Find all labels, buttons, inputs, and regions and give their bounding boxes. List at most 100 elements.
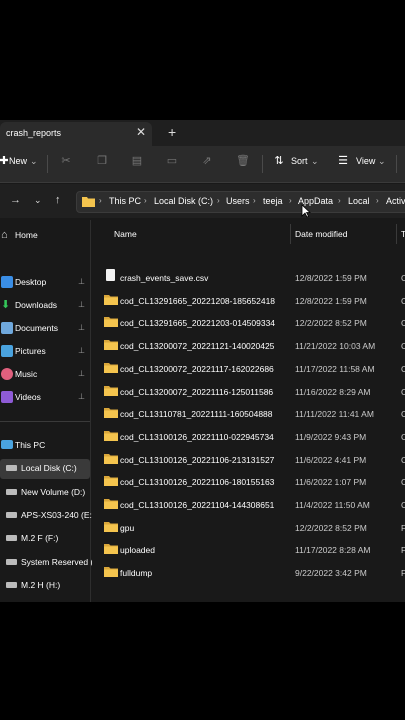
breadcrumb-activ[interactable]: Activ	[386, 196, 405, 206]
sidebar-item-local-disk-c[interactable]: Local Disk (C:)	[0, 459, 90, 479]
chevron-right-icon: ›	[289, 196, 292, 205]
videos-icon	[1, 391, 13, 403]
file-date-modified: 11/9/2022 9:43 PM	[295, 431, 367, 442]
column-header-date-modified[interactable]: Date modified	[295, 229, 347, 239]
file-row[interactable]: cod_CL13200072_20221121-140020425 11/21/2…	[92, 334, 405, 356]
pin-icon: ⊥	[78, 392, 85, 401]
file-type: C	[401, 386, 405, 397]
file-row[interactable]: cod_CL13100126_20221106-213131527 11/6/20…	[92, 448, 405, 470]
sidebar-item-m2-h[interactable]: M.2 H (H:)	[0, 576, 90, 596]
file-row[interactable]: cod_CL13110781_20221111-160504888 11/11/2…	[92, 402, 405, 424]
view-button[interactable]: View	[356, 156, 375, 166]
file-row[interactable]: cod_CL13291665_20221203-014509334 12/2/20…	[92, 311, 405, 333]
sidebar-item-pictures[interactable]: Pictures ⊥	[0, 342, 90, 362]
address-bar[interactable]: › This PC › Local Disk (C:) › Users › te…	[76, 191, 405, 213]
file-date-modified: 11/6/2022 4:41 PM	[295, 454, 367, 465]
drive-icon	[6, 535, 17, 541]
file-date-modified: 12/2/2022 8:52 PM	[295, 522, 367, 533]
file-row[interactable]: cod_CL13200072_20221116-125011586 11/16/2…	[92, 380, 405, 402]
file-row[interactable]: gpu 12/2/2022 8:52 PM F	[92, 516, 405, 538]
up-icon[interactable]: ↑	[55, 194, 61, 206]
column-divider[interactable]	[290, 224, 291, 244]
file-explorer-window: crash_reports ✕ + ✚ New ⌄ ✂ ❐ ▤ ▭ ⇗ 🗑 ⇅ …	[0, 120, 405, 602]
file-row[interactable]: cod_CL13291665_20221208-185652418 12/8/20…	[92, 289, 405, 311]
sidebar-item-new-volume-d[interactable]: New Volume (D:)	[0, 483, 90, 503]
sidebar-item-desktop[interactable]: Desktop ⊥	[0, 273, 90, 293]
file-row[interactable]: uploaded 11/17/2022 8:28 AM F	[92, 538, 405, 560]
breadcrumb-users[interactable]: Users	[226, 196, 250, 206]
file-row[interactable]: fulldump 9/22/2022 3:42 PM F	[92, 561, 405, 583]
folder-icon	[104, 544, 118, 555]
desktop-icon	[1, 276, 13, 288]
sidebar-item-aps-e[interactable]: APS-XS03-240 (E:)	[0, 506, 95, 526]
sort-button[interactable]: Sort	[291, 156, 308, 166]
sidebar-item-music[interactable]: Music ⊥	[0, 365, 90, 385]
delete-icon[interactable]: 🗑	[236, 155, 250, 167]
chevron-right-icon: ›	[376, 196, 379, 205]
home-icon: ⌂	[1, 229, 8, 241]
breadcrumb-local[interactable]: Local	[348, 196, 370, 206]
file-row[interactable]: crash_events_save.csv 12/8/2022 1:59 PM C	[92, 266, 405, 288]
folder-icon	[104, 362, 118, 373]
sidebar-item-m2-f[interactable]: M.2 F (F:)	[0, 529, 90, 549]
tab-bar: crash_reports ✕ +	[0, 120, 405, 146]
file-type: F	[401, 522, 405, 533]
pin-icon: ⊥	[78, 277, 85, 286]
file-row[interactable]: cod_CL13100126_20221106-180155163 11/6/20…	[92, 470, 405, 492]
file-name: gpu	[120, 522, 135, 533]
file-type: C	[401, 500, 405, 510]
file-type: F	[401, 545, 405, 556]
new-tab-icon[interactable]: +	[168, 124, 176, 140]
address-bar-row: → ⌄ ↑ › This PC › Local Disk (C:) › User…	[0, 184, 405, 218]
sidebar-item-this-pc[interactable]: This PC	[0, 436, 90, 456]
breadcrumb-local-disk[interactable]: Local Disk (C:)	[154, 196, 213, 206]
file-type: C	[401, 363, 405, 374]
file-date-modified: 11/11/2022 11:41 AM	[295, 409, 374, 420]
file-name: cod_CL13291665_20221208-185652418	[120, 295, 276, 306]
sidebar-item-label: Music	[15, 369, 38, 379]
rename-icon[interactable]: ▭	[166, 155, 178, 167]
file-type: C	[401, 454, 405, 465]
sidebar-item-label: Local Disk (C:)	[21, 463, 77, 473]
close-tab-icon[interactable]: ✕	[136, 125, 146, 139]
music-icon	[1, 368, 13, 380]
sidebar-item-system-reserved[interactable]: System Reserved (	[0, 553, 93, 573]
folder-icon	[104, 567, 118, 578]
file-type: C	[401, 477, 405, 488]
breadcrumb-this-pc[interactable]: This PC	[109, 196, 141, 206]
new-button[interactable]: New	[9, 156, 27, 166]
column-header-type[interactable]: T	[401, 229, 405, 239]
file-row[interactable]: cod_CL13100126_20221104-144308651 11/4/20…	[92, 493, 405, 515]
copy-icon[interactable]: ❐	[96, 155, 108, 167]
file-row[interactable]: cod_CL13100126_20221110-022945734 11/9/20…	[92, 425, 405, 447]
sidebar-item-videos[interactable]: Videos ⊥	[0, 388, 90, 408]
view-icon: ☰	[338, 155, 348, 167]
breadcrumb-teeja[interactable]: teeja	[263, 196, 283, 206]
paste-icon[interactable]: ▤	[131, 155, 143, 167]
file-name: fulldump	[120, 568, 153, 579]
share-icon[interactable]: ⇗	[201, 155, 213, 167]
file-name: cod_CL13100126_20221106-213131527	[120, 454, 275, 465]
column-divider[interactable]	[396, 224, 397, 244]
column-header-name[interactable]: Name	[114, 229, 137, 239]
new-chevron-icon: ⌄	[30, 156, 38, 166]
drive-icon	[6, 489, 17, 495]
file-date-modified: 11/6/2022 1:07 PM	[295, 477, 367, 488]
sidebar-item-home[interactable]: ⌂ Home	[0, 226, 90, 246]
file-type: C	[401, 273, 405, 283]
folder-icon	[104, 385, 118, 396]
navigation-pane: ⌂ Home Desktop ⊥ ⬇ Downloads ⊥ Documents…	[0, 220, 95, 602]
file-type: C	[401, 431, 405, 442]
sidebar-item-documents[interactable]: Documents ⊥	[0, 319, 90, 339]
chevron-right-icon: ›	[253, 196, 256, 205]
tab-crash-reports[interactable]: crash_reports ✕	[0, 122, 152, 146]
forward-icon[interactable]: →	[10, 194, 21, 206]
folder-icon	[82, 197, 95, 207]
folder-icon	[104, 340, 118, 351]
file-row[interactable]: cod_CL13200072_20221117-162022686 11/17/2…	[92, 357, 405, 379]
sidebar-item-label: Home	[15, 230, 38, 240]
cut-icon[interactable]: ✂	[60, 155, 72, 167]
sidebar-item-downloads[interactable]: ⬇ Downloads ⊥	[0, 296, 90, 316]
file-date-modified: 11/21/2022 10:03 AM	[295, 341, 376, 352]
recent-chevron-icon[interactable]: ⌄	[34, 195, 42, 206]
